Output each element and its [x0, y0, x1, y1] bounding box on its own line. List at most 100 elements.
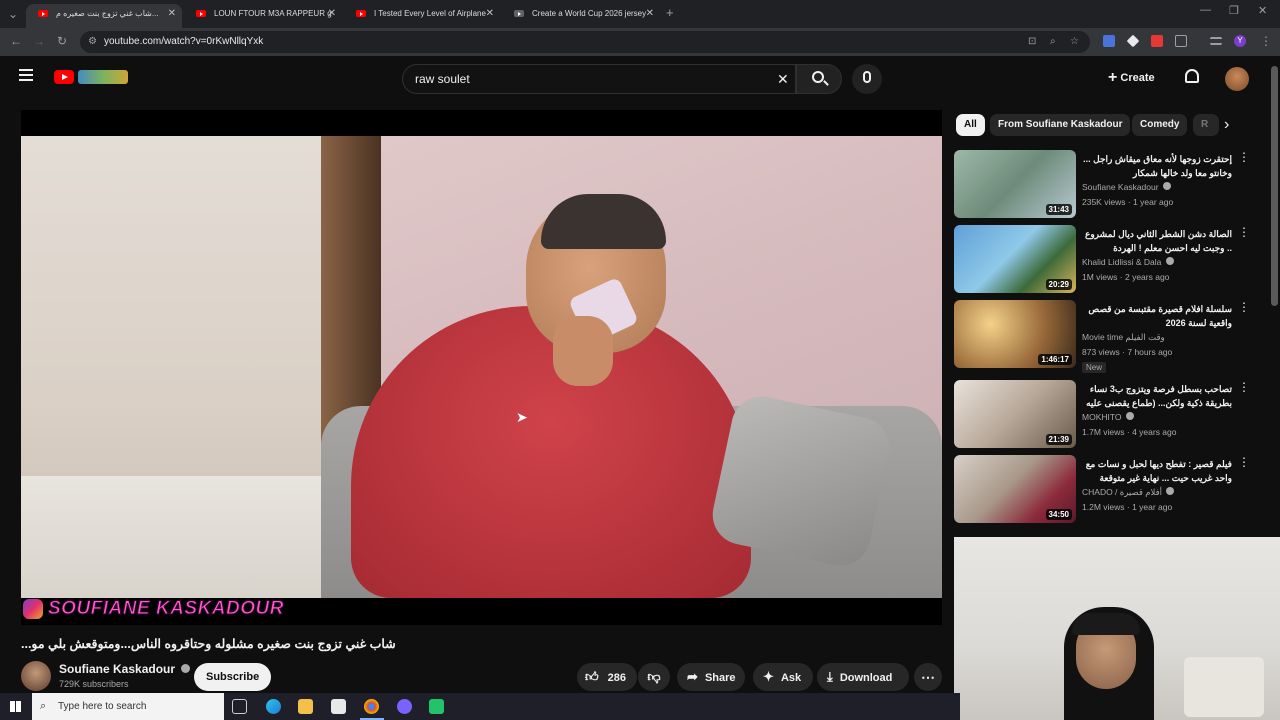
- tab-title: Create a World Cup 2026 jersey: [532, 9, 647, 18]
- taskbar-search-placeholder: Type here to search: [58, 701, 147, 712]
- video-thumbnail[interactable]: 34:50: [954, 455, 1076, 523]
- video-player[interactable]: SOUFIANE KASKADOUR: [21, 110, 942, 625]
- channel-avatar[interactable]: [21, 661, 51, 691]
- chip-all[interactable]: All: [956, 114, 985, 136]
- more-vertical-icon[interactable]: ⋮: [1238, 380, 1250, 394]
- minimize-icon[interactable]: —: [1200, 4, 1211, 16]
- channel-name-row[interactable]: Soufiane Kaskadour: [59, 662, 191, 676]
- extension-red-icon[interactable]: [1151, 35, 1163, 47]
- close-tab-icon[interactable]: ✕: [168, 4, 176, 24]
- translate-extension-icon[interactable]: [1103, 35, 1115, 47]
- account-avatar[interactable]: [1225, 67, 1249, 91]
- like-button[interactable]: 👍︎ 286: [577, 663, 637, 691]
- hamburger-menu-icon[interactable]: [19, 69, 33, 71]
- browser-tab-bar: ⌄ شاب غني تزوج بنت صغيره م... ✕ LOUN FTO…: [0, 0, 1280, 28]
- extension-diamond-icon[interactable]: [1126, 34, 1140, 48]
- verified-badge-icon: [1162, 182, 1171, 190]
- close-tab-icon[interactable]: ✕: [646, 4, 654, 24]
- ask-button[interactable]: ✦ Ask: [753, 663, 813, 691]
- page-scrollbar[interactable]: [1271, 66, 1278, 306]
- recommended-video[interactable]: 20:29 الصالة دشن الشطر الثاني ديال لمشرو…: [954, 225, 1254, 295]
- back-icon[interactable]: ←: [10, 34, 22, 48]
- voice-search-button[interactable]: [852, 64, 882, 94]
- task-view-icon[interactable]: [232, 699, 247, 714]
- edge-browser-icon[interactable]: [266, 699, 281, 714]
- video-duration: 21:39: [1045, 434, 1072, 445]
- recommended-title[interactable]: سلسلة افلام قصيرة مقتبسة من قصص واقعية ل…: [1082, 302, 1232, 330]
- recommended-title[interactable]: تصاحب بسطل فرصة ويتزوج ب3 نساء بطريقة ذك…: [1082, 382, 1232, 410]
- app-purple-icon[interactable]: [397, 699, 412, 714]
- search-input[interactable]: raw soulet ✕: [402, 64, 796, 94]
- bookmark-star-icon[interactable]: ☆: [1070, 31, 1079, 53]
- verified-badge-icon: [181, 664, 191, 673]
- chip-truncated[interactable]: R: [1193, 114, 1219, 136]
- clear-search-icon[interactable]: ✕: [777, 65, 789, 93]
- browser-tab-2[interactable]: LOUN FTOUR M3A RAPPEUR g ✕: [184, 4, 342, 28]
- tab-search-icon[interactable]: ⌄: [8, 7, 18, 21]
- more-vertical-icon[interactable]: ⋮: [1238, 150, 1250, 164]
- recommended-video[interactable]: 34:50 فيلم قصير : تفطح ديها لحبل و نسات …: [954, 455, 1254, 525]
- close-tab-icon[interactable]: ✕: [328, 4, 336, 24]
- more-actions-button[interactable]: ⋯: [914, 663, 942, 691]
- video-frame[interactable]: [21, 136, 942, 598]
- download-label: Download: [839, 672, 893, 684]
- share-button[interactable]: ➦ Share: [677, 663, 745, 691]
- file-explorer-icon[interactable]: [298, 699, 313, 714]
- search-button[interactable]: [796, 64, 842, 94]
- new-tab-icon[interactable]: +: [666, 5, 674, 20]
- download-button[interactable]: ⤓ Download: [817, 663, 909, 691]
- app-green-icon[interactable]: [429, 699, 444, 714]
- create-button[interactable]: + Create: [1108, 66, 1155, 92]
- video-person-hand: [553, 316, 613, 386]
- thumbs-up-icon: 👍︎: [585, 669, 599, 684]
- chip-comedy[interactable]: Comedy: [1132, 114, 1188, 136]
- chips-next-chevron-icon[interactable]: ›: [1224, 114, 1229, 136]
- browser-tab-4[interactable]: Create a World Cup 2026 jersey ✕: [502, 4, 660, 28]
- chrome-browser-icon[interactable]: [364, 699, 379, 714]
- chip-from-channel[interactable]: From Soufiane Kaskadour: [990, 114, 1131, 136]
- site-info-icon[interactable]: ⚙: [88, 31, 97, 53]
- more-vertical-icon[interactable]: ⋮: [1238, 225, 1250, 239]
- reading-list-icon[interactable]: [1210, 37, 1222, 45]
- video-thumbnail[interactable]: 31:43: [954, 150, 1076, 218]
- recommended-title[interactable]: إحتقرت زوجها لأنه معاق ميقاش راجل ... وخ…: [1082, 152, 1232, 180]
- recommended-title[interactable]: فيلم قصير : تفطح ديها لحبل و نسات مع واح…: [1082, 457, 1232, 485]
- youtube-doodle-icon[interactable]: [78, 70, 128, 84]
- extensions-puzzle-icon[interactable]: [1175, 35, 1187, 47]
- microsoft-store-icon[interactable]: [331, 699, 346, 714]
- more-vertical-icon[interactable]: ⋮: [1238, 455, 1250, 469]
- video-thumbnail[interactable]: 1:46:17: [954, 300, 1076, 368]
- window-close-icon[interactable]: ✕: [1258, 4, 1267, 17]
- recommended-title[interactable]: الصالة دشن الشطر الثاني ديال لمشروع .. و…: [1082, 227, 1232, 255]
- zoom-icon[interactable]: ⌕: [1050, 31, 1056, 53]
- browser-tab-1[interactable]: شاب غني تزوج بنت صغيره م... ✕: [26, 4, 182, 28]
- video-thumbnail[interactable]: 20:29: [954, 225, 1076, 293]
- recommended-video[interactable]: 21:39 تصاحب بسطل فرصة ويتزوج ب3 نساء بطر…: [954, 380, 1254, 450]
- more-vertical-icon[interactable]: ⋮: [1238, 300, 1250, 314]
- address-bar[interactable]: ⚙ youtube.com/watch?v=0rKwNllqYxk ⊡ ⌕ ☆: [80, 31, 1090, 53]
- browser-tab-3[interactable]: I Tested Every Level of Airplane ✕: [344, 4, 500, 28]
- reload-icon[interactable]: ↻: [57, 34, 67, 48]
- browser-menu-icon[interactable]: ⋮: [1260, 34, 1272, 48]
- forward-icon[interactable]: →: [33, 34, 45, 48]
- video-thumbnail[interactable]: 21:39: [954, 380, 1076, 448]
- youtube-logo-icon[interactable]: [54, 70, 74, 84]
- recommended-video[interactable]: 1:46:17 سلسلة افلام قصيرة مقتبسة من قصص …: [954, 300, 1254, 373]
- taskbar-search-input[interactable]: ⌕ Type here to search: [32, 693, 224, 720]
- subscribe-button[interactable]: Subscribe: [194, 663, 272, 691]
- close-tab-icon[interactable]: ✕: [486, 4, 494, 24]
- dislike-button[interactable]: 👎︎: [638, 663, 670, 691]
- channel-name[interactable]: Soufiane Kaskadour: [59, 662, 175, 676]
- download-icon: ⤓: [827, 669, 833, 684]
- profile-avatar-icon[interactable]: Y: [1234, 35, 1246, 47]
- recommended-video[interactable]: 31:43 إحتقرت زوجها لأنه معاق ميقاش راجل …: [954, 150, 1254, 220]
- like-count: 286: [607, 672, 627, 684]
- video-duration: 20:29: [1045, 279, 1072, 290]
- install-app-icon[interactable]: ⊡: [1028, 31, 1036, 53]
- browser-toolbar: ← → ↻ ⚙ youtube.com/watch?v=0rKwNllqYxk …: [0, 28, 1280, 56]
- mouse-cursor-icon: ➤: [516, 409, 528, 425]
- windows-start-icon[interactable]: [10, 701, 21, 712]
- notifications-bell-icon[interactable]: [1185, 69, 1199, 83]
- recommended-channel: Khalid Lidlissi & Dala: [1082, 257, 1174, 267]
- maximize-icon[interactable]: ❐: [1229, 4, 1239, 17]
